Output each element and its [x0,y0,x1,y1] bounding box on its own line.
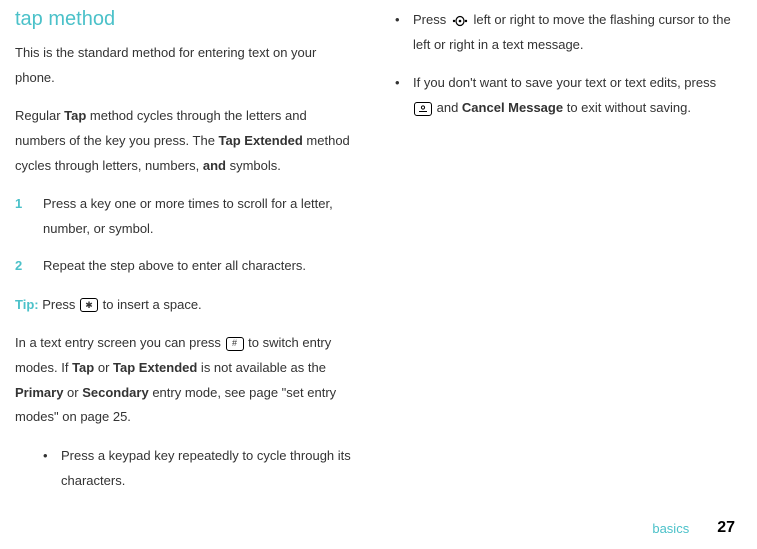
bullet-list-left: • Press a keypad key repeatedly to cycle… [15,444,355,493]
bullet-item: • If you don't want to save your text or… [395,71,735,120]
end-key-icon [414,102,432,116]
text: to insert a space. [99,297,202,312]
footer-section-label: basics [652,521,689,536]
cancel-message-label: Cancel Message [462,100,563,115]
secondary-label: Secondary [82,385,148,400]
right-column: • Press left or right to move the flashi… [395,8,735,507]
bullet-icon: • [395,71,413,120]
text: or [94,360,113,375]
method-description: Regular Tap method cycles through the le… [15,104,355,178]
step-2: 2 Repeat the step above to enter all cha… [15,254,355,279]
text: In a text entry screen you can press [15,335,225,350]
step-text: Press a key one or more times to scroll … [43,192,355,241]
tap-extended-label: Tap Extended [219,133,303,148]
step-number: 1 [15,192,43,241]
text: to exit without saving. [563,100,691,115]
entry-mode-paragraph: In a text entry screen you can press # t… [15,331,355,430]
section-heading: tap method [15,8,355,31]
star-key-icon: ✱ [80,298,98,312]
intro-paragraph: This is the standard method for entering… [15,41,355,90]
tap-label: Tap [64,108,86,123]
step-text: Repeat the step above to enter all chara… [43,254,355,279]
tip-label: Tip: [15,297,39,312]
and-label: and [203,158,226,173]
text: Press [413,12,450,27]
numbered-list: 1 Press a key one or more times to scrol… [15,192,355,278]
text: and [433,100,462,115]
text: If you don't want to save your text or t… [413,75,716,90]
page-number: 27 [717,519,735,537]
text: or [63,385,82,400]
left-column: tap method This is the standard method f… [15,8,355,507]
nav-key-icon [451,15,469,27]
text: symbols. [226,158,281,173]
bullet-text: If you don't want to save your text or t… [413,71,735,120]
bullet-list-right: • Press left or right to move the flashi… [395,8,735,121]
bullet-text: Press left or right to move the flashing… [413,8,735,57]
bullet-text: Press a keypad key repeatedly to cycle t… [61,444,355,493]
tap-label: Tap [72,360,94,375]
tap-extended-label: Tap Extended [113,360,197,375]
text: Regular [15,108,64,123]
bullet-item: • Press left or right to move the flashi… [395,8,735,57]
tip-paragraph: Tip: Press ✱ to insert a space. [15,293,355,318]
bullet-icon: • [395,8,413,57]
bullet-item: • Press a keypad key repeatedly to cycle… [43,444,355,493]
hash-key-icon: # [226,337,244,351]
page-footer: basics 27 [652,519,735,537]
text: Press [39,297,79,312]
step-1: 1 Press a key one or more times to scrol… [15,192,355,241]
text: is not available as the [197,360,326,375]
bullet-icon: • [43,444,61,493]
step-number: 2 [15,254,43,279]
primary-label: Primary [15,385,63,400]
